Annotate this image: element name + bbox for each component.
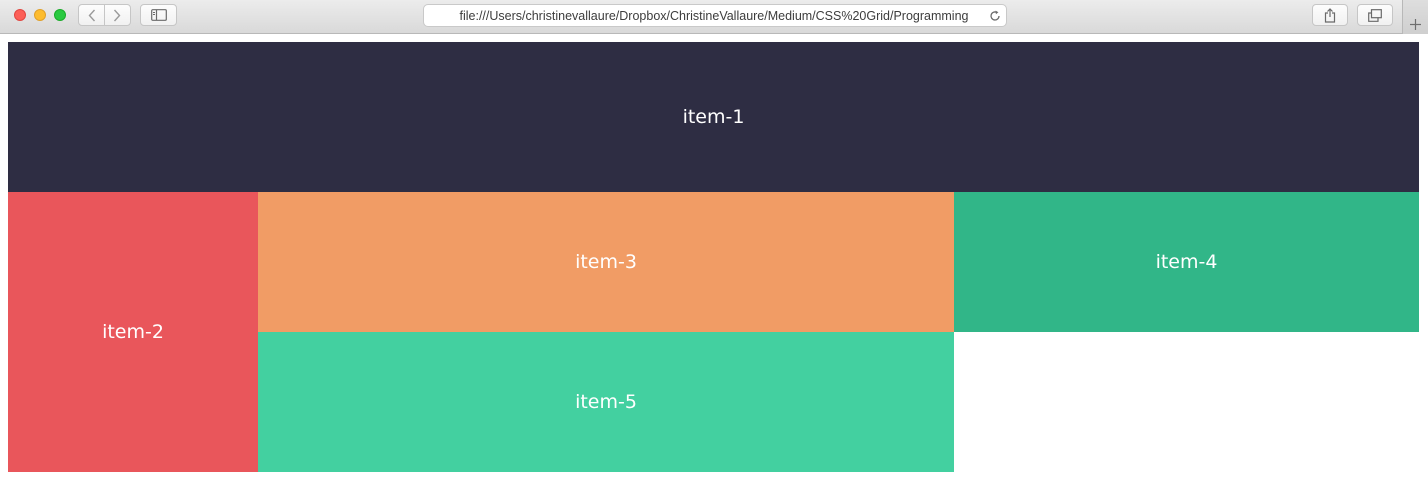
grid-item-3: item-3 — [258, 192, 954, 332]
grid-item-1: item-1 — [8, 42, 1419, 192]
css-grid-container: item-1 item-2 item-3 item-4 item-5 — [8, 42, 1419, 472]
navigation-buttons — [78, 4, 131, 26]
grid-item-5: item-5 — [258, 332, 954, 472]
sidebar-icon — [150, 9, 167, 21]
tabs-overview-icon — [1368, 8, 1382, 22]
sidebar-toggle-button[interactable] — [140, 4, 177, 26]
grid-item-label: item-1 — [682, 106, 745, 128]
reload-button[interactable] — [984, 6, 1006, 26]
plus-icon — [1410, 19, 1421, 30]
tab-overview-button[interactable] — [1357, 4, 1393, 26]
browser-toolbar: file:///Users/christinevallaure/Dropbox/… — [0, 0, 1428, 34]
url-text: file:///Users/christinevallaure/Dropbox/… — [459, 8, 969, 23]
page-viewport: item-1 item-2 item-3 item-4 item-5 — [0, 35, 1428, 484]
grid-item-2: item-2 — [8, 192, 258, 472]
chevron-left-icon — [88, 9, 95, 21]
grid-item-label: item-3 — [575, 251, 637, 273]
share-button[interactable] — [1312, 4, 1348, 26]
minimize-window-button[interactable] — [34, 9, 46, 21]
maximize-window-button[interactable] — [54, 9, 66, 21]
reload-icon — [990, 10, 1000, 21]
page-right-edge — [1420, 42, 1428, 472]
grid-item-label: item-4 — [1155, 251, 1218, 273]
grid-item-label: item-2 — [102, 321, 164, 343]
share-icon — [1324, 7, 1336, 23]
address-bar[interactable]: file:///Users/christinevallaure/Dropbox/… — [423, 4, 1007, 27]
close-window-button[interactable] — [14, 9, 26, 21]
forward-button[interactable] — [105, 5, 130, 25]
grid-item-4: item-4 — [954, 192, 1419, 332]
back-button[interactable] — [79, 5, 104, 25]
new-tab-button[interactable] — [1402, 0, 1428, 34]
chevron-right-icon — [114, 9, 121, 21]
grid-item-label: item-5 — [575, 391, 637, 413]
